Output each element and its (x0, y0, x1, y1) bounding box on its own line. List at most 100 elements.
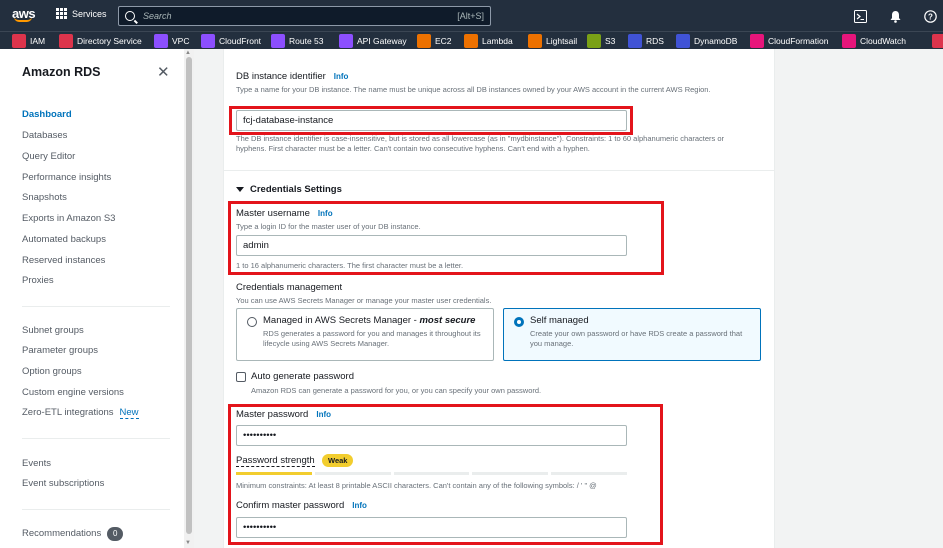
sidebar-item-zero-etl[interactable]: Zero-ETL integrations New (22, 407, 139, 419)
favorite-label: EC2 (435, 35, 452, 46)
auto-generate-password-checkbox[interactable] (236, 372, 246, 382)
global-search-input[interactable]: Search [Alt+S] (118, 6, 491, 26)
favorite-label: CloudFront (219, 35, 262, 46)
strength-segment (393, 472, 470, 475)
ec2-service-icon (417, 33, 431, 48)
services-label: Services (72, 8, 107, 19)
favorite-api-gateway[interactable]: API Gateway (339, 33, 413, 49)
sidebar-item-dashboard[interactable]: Dashboard (22, 109, 72, 120)
sidebar: Amazon RDS ✕ Dashboard Databases Query E… (0, 49, 184, 548)
directory-service-service-icon (59, 33, 73, 48)
aws-logo-text: aws (12, 6, 36, 21)
favorite-dynamodb[interactable]: DynamoDB (676, 33, 743, 49)
sidebar-item-parameter-groups[interactable]: Parameter groups (22, 345, 98, 356)
favorite-label: DynamoDB (694, 35, 738, 46)
services-menu-button[interactable]: Services (56, 8, 107, 19)
sidebar-divider (22, 438, 170, 439)
favorite-directory-service[interactable]: Directory Service (59, 33, 148, 49)
new-badge: New (119, 407, 139, 419)
favorite-lambda[interactable]: Lambda (464, 33, 519, 49)
sidebar-scrollbar-thumb[interactable] (186, 57, 192, 534)
services-grid-icon (56, 8, 67, 19)
favorite-cloudwatch[interactable]: CloudWatch (842, 33, 912, 49)
zero-etl-label: Zero-ETL integrations (22, 407, 114, 418)
search-icon (125, 11, 135, 21)
db-identifier-constraints: The DB instance identifier is case-insen… (236, 134, 725, 153)
sidebar-divider (22, 306, 170, 307)
recommendations-count-badge: 0 (107, 527, 124, 541)
sidebar-item-option-groups[interactable]: Option groups (22, 366, 82, 377)
section-divider (224, 170, 774, 171)
cloudformation-service-icon (750, 33, 764, 48)
favorite-lightsail[interactable]: Lightsail (528, 33, 583, 49)
strength-segment (314, 472, 391, 475)
notifications-icon[interactable] (888, 9, 902, 23)
s3-service-icon (587, 33, 601, 48)
favorite-label: VPC (172, 35, 190, 46)
credentials-management-description: You can use AWS Secrets Manager or manag… (236, 296, 492, 305)
favorite-iam[interactable]: IAM (12, 33, 51, 49)
help-icon[interactable]: ? (923, 9, 937, 23)
db-identifier-label: DB instance identifier (236, 71, 326, 82)
api-gateway-service-icon (339, 33, 353, 48)
favorite-rds[interactable]: RDS (628, 33, 670, 49)
favorite-label: CloudWatch (860, 35, 906, 46)
sidebar-item-subnet-groups[interactable]: Subnet groups (22, 325, 84, 336)
favorites-bar: IAM Directory Service VPC CloudFront Route 5… (0, 31, 943, 49)
radio-secrets-manager[interactable] (247, 317, 257, 327)
favorite-ai[interactable]: Ai (932, 33, 943, 49)
sidebar-item-automated-backups[interactable]: Automated backups (22, 234, 106, 245)
radio-self-managed[interactable] (514, 317, 524, 327)
scroll-up-arrow-icon[interactable]: ▲ (185, 50, 191, 56)
favorite-vpc[interactable]: VPC (154, 33, 195, 49)
sidebar-title: Amazon RDS (22, 65, 101, 79)
sidebar-item-reserved-instances[interactable]: Reserved instances (22, 255, 105, 266)
option-self-managed[interactable]: Self managed Create your own password or… (503, 308, 761, 361)
close-icon[interactable]: ✕ (157, 63, 170, 81)
option-secrets-manager[interactable]: Managed in AWS Secrets Manager - most se… (236, 308, 494, 361)
credentials-management-label: Credentials management (236, 282, 343, 293)
sidebar-item-exports-s3[interactable]: Exports in Amazon S3 (22, 213, 115, 224)
favorite-label: CloudFormation (768, 35, 829, 46)
sidebar-item-event-subscriptions[interactable]: Event subscriptions (22, 478, 104, 489)
scroll-down-arrow-icon[interactable]: ▼ (185, 540, 191, 546)
rds-service-icon (628, 33, 642, 48)
favorite-cloudformation[interactable]: CloudFormation (750, 33, 834, 49)
auto-generate-password-label[interactable]: Auto generate password (251, 371, 354, 382)
cloudshell-icon[interactable] (853, 9, 867, 23)
strength-segment (472, 472, 549, 475)
credentials-settings-toggle[interactable]: Credentials Settings (236, 184, 342, 195)
option-secrets-manager-description: RDS generates a password for you and man… (263, 329, 481, 348)
sidebar-item-custom-engine-versions[interactable]: Custom engine versions (22, 387, 124, 398)
favorite-ec2[interactable]: EC2 (417, 33, 458, 49)
favorite-s3[interactable]: S3 (587, 33, 621, 49)
favorite-label: API Gateway (357, 35, 407, 46)
option-self-managed-title: Self managed (530, 315, 589, 326)
svg-text:?: ? (928, 12, 933, 21)
highlight-box-db-identifier (229, 106, 633, 135)
db-identifier-info-link[interactable]: Info (334, 72, 349, 81)
aws-logo[interactable]: aws (12, 6, 36, 22)
option-secrets-emphasis: most secure (419, 315, 476, 326)
favorite-route-53[interactable]: Route 53 (271, 33, 330, 49)
dynamodb-service-icon (676, 33, 690, 48)
favorite-cloudfront[interactable]: CloudFront (201, 33, 267, 49)
favorite-label: Lightsail (546, 35, 578, 46)
lambda-service-icon (464, 33, 478, 48)
favorite-label: IAM (30, 35, 46, 46)
sidebar-item-snapshots[interactable]: Snapshots (22, 192, 67, 203)
sidebar-item-databases[interactable]: Databases (22, 130, 67, 141)
search-shortcut: [Alt+S] (457, 11, 484, 21)
cloudwatch-service-icon (842, 33, 856, 48)
strength-segment (551, 472, 627, 475)
option-self-managed-description: Create your own password or have RDS cre… (530, 329, 743, 348)
sidebar-item-recommendations[interactable]: Recommendations 0 (22, 527, 124, 541)
sidebar-item-query-editor[interactable]: Query Editor (22, 151, 75, 162)
sidebar-item-events[interactable]: Events (22, 458, 51, 469)
auto-generate-password-description: Amazon RDS can generate a password for y… (251, 386, 542, 395)
sidebar-item-proxies[interactable]: Proxies (22, 275, 54, 286)
sidebar-item-performance-insights[interactable]: Performance insights (22, 172, 111, 183)
iam-service-icon (12, 33, 26, 48)
favorite-label: Route 53 (289, 35, 324, 46)
credentials-settings-title: Credentials Settings (250, 184, 342, 195)
